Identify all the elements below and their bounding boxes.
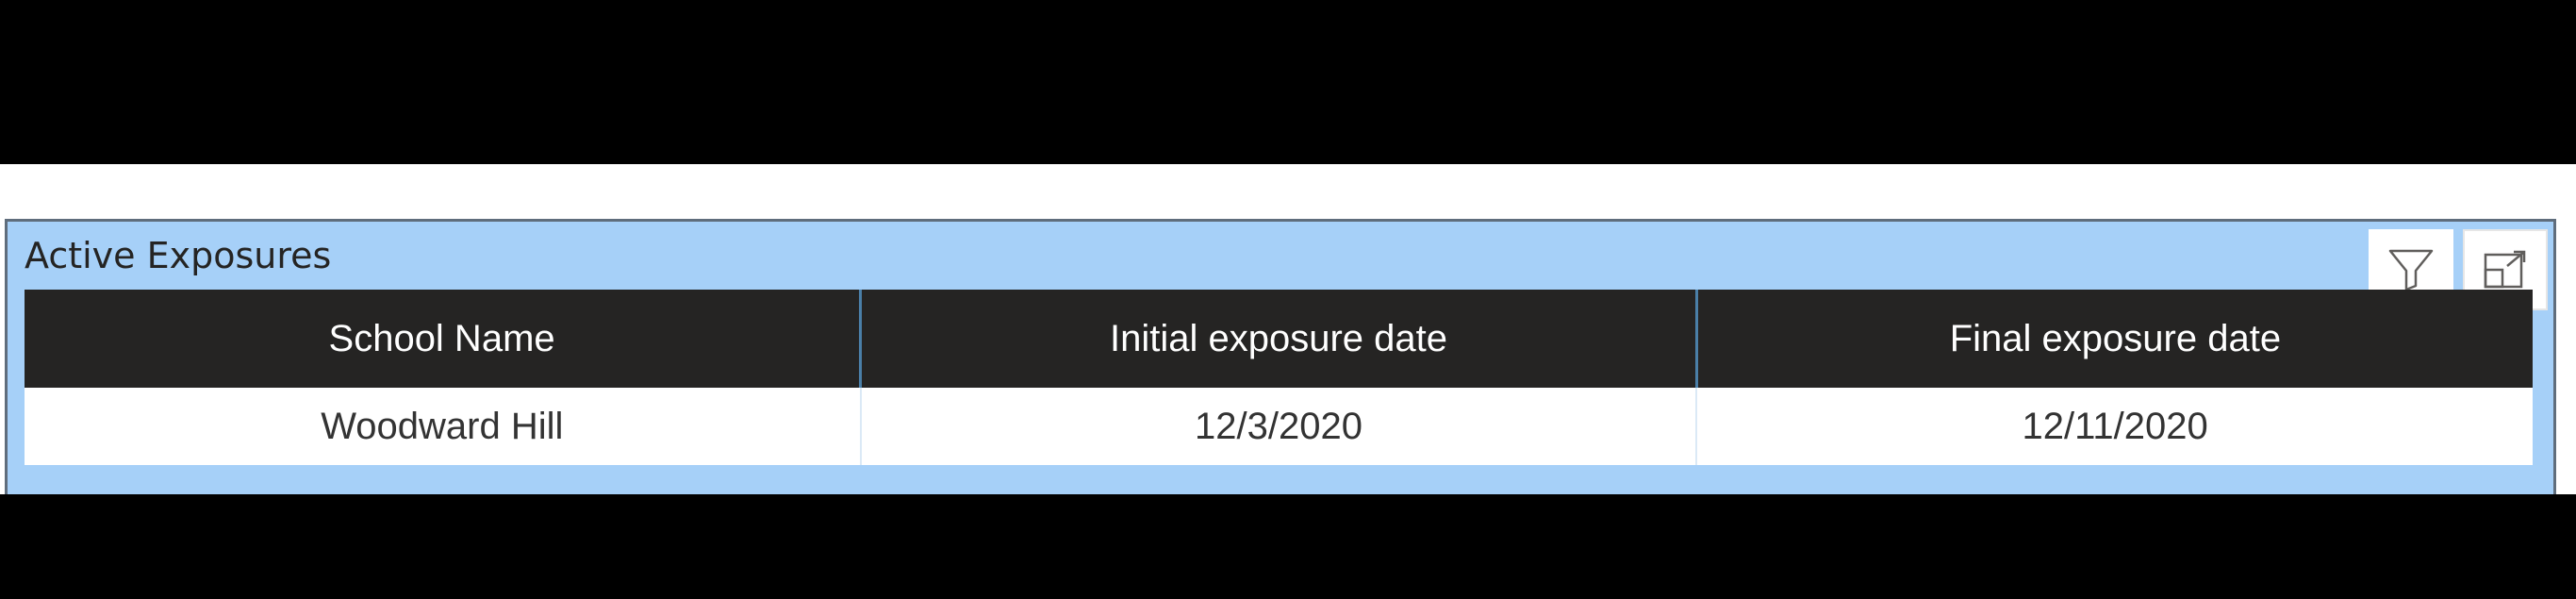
- cell-school-name: Woodward Hill: [25, 388, 862, 465]
- filter-icon: [2388, 249, 2434, 291]
- visual-title: Active Exposures: [25, 235, 332, 276]
- focus-mode-icon: [2484, 250, 2526, 289]
- cell-initial-exposure-date: 12/3/2020: [860, 388, 1698, 465]
- screenshot-canvas: Active Exposures School Name Initial exp…: [0, 0, 2576, 599]
- column-header-final-exposure-date[interactable]: Final exposure date: [1696, 290, 2533, 388]
- table-header-row: School Name Initial exposure date Final …: [25, 290, 2533, 388]
- column-header-initial-exposure-date[interactable]: Initial exposure date: [860, 290, 1698, 388]
- column-header-school-name[interactable]: School Name: [25, 290, 863, 388]
- cell-final-exposure-date: 12/11/2020: [1696, 388, 2533, 465]
- table-visual[interactable]: Active Exposures School Name Initial exp…: [5, 219, 2556, 494]
- table-row: Woodward Hill 12/3/2020 12/11/2020: [25, 388, 2533, 465]
- exposures-table: School Name Initial exposure date Final …: [25, 290, 2533, 465]
